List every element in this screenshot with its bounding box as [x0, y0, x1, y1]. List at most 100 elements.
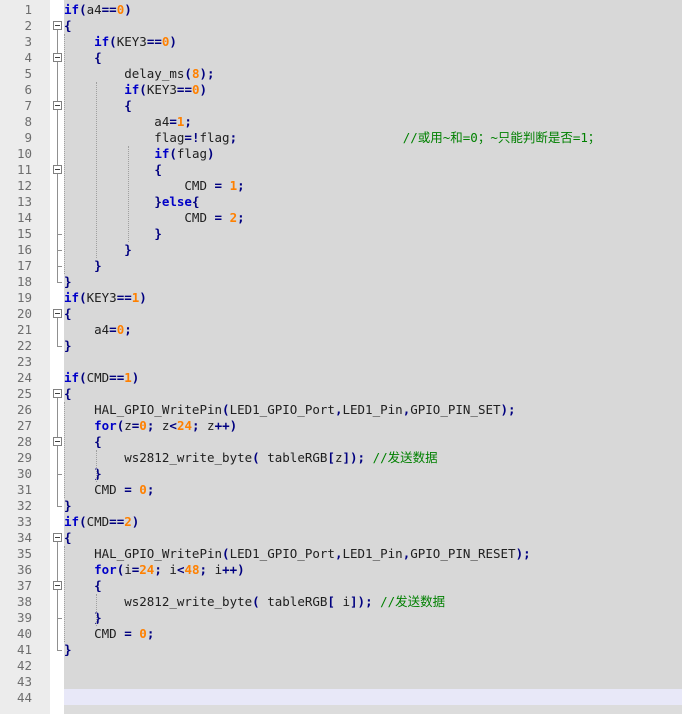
fold-toggle-icon[interactable]	[53, 309, 62, 318]
line-number: 25	[16, 386, 32, 401]
code-line[interactable]: 12 CMD = 1;	[0, 178, 682, 194]
code-line[interactable]: 36 for(i=24; i<48; i++)	[0, 562, 682, 578]
code-line[interactable]: 7 {	[0, 98, 682, 114]
code-line[interactable]: 5 delay_ms(8);	[0, 66, 682, 82]
line-number: 31	[16, 482, 32, 497]
code-line[interactable]: 24 if(CMD==1)	[0, 370, 682, 386]
horizontal-scroll-area[interactable]	[64, 705, 682, 714]
code-line[interactable]: 6 if(KEY3==0)	[0, 82, 682, 98]
code-line[interactable]: 26 HAL_GPIO_WritePin(LED1_GPIO_Port,LED1…	[0, 402, 682, 418]
code-token: =	[169, 114, 177, 129]
code-line[interactable]: 34 {	[0, 530, 682, 546]
fold-toggle-icon[interactable]	[53, 165, 62, 174]
line-text: for(i=24; i<48; i++)	[64, 562, 245, 578]
code-line[interactable]: 21 a4=0;	[0, 322, 682, 338]
code-line[interactable]: 18}	[0, 274, 682, 290]
code-token: i	[334, 594, 351, 609]
line-number: 36	[16, 562, 32, 577]
indent-guide	[96, 82, 97, 258]
code-token: KEY3	[116, 34, 147, 49]
line-number: 15	[16, 226, 32, 241]
code-line[interactable]: 23	[0, 354, 682, 370]
line-number: 17	[16, 258, 32, 273]
number-token: 0	[139, 418, 147, 433]
code-line[interactable]: 28 {	[0, 434, 682, 450]
number-token: 0	[191, 82, 200, 97]
code-line[interactable]: 10 if(flag)	[0, 146, 682, 162]
code-line[interactable]: 3 if(KEY3==0)	[0, 34, 682, 50]
code-token: ==	[176, 82, 192, 97]
code-line[interactable]: 15 }	[0, 226, 682, 242]
code-token: ;	[199, 562, 208, 577]
code-line[interactable]: 2{	[0, 18, 682, 34]
number-token: 0	[139, 482, 147, 497]
line-number: 39	[16, 610, 32, 625]
code-line[interactable]: 8 a4=1;	[0, 114, 682, 130]
code-token: =	[214, 210, 223, 225]
code-token: delay_ms	[64, 66, 185, 81]
line-number: 14	[16, 210, 32, 225]
code-line[interactable]: 20 {	[0, 306, 682, 322]
line-text: flag=!flag; //或用~和=0；~只能判断是否=1；	[64, 130, 600, 146]
code-line[interactable]: 1 if(a4==0)	[0, 2, 682, 18]
fold-toggle-icon[interactable]	[53, 533, 62, 542]
code-token: flag	[64, 130, 185, 145]
line-number: 8	[24, 114, 32, 129]
code-line[interactable]: 29 ws2812_write_byte( tableRGB[z]); //发送…	[0, 450, 682, 466]
code-line[interactable]: 14 CMD = 2;	[0, 210, 682, 226]
code-line[interactable]: 32}	[0, 498, 682, 514]
code-token: }	[94, 258, 102, 273]
code-line[interactable]: 37 {	[0, 578, 682, 594]
code-line[interactable]: 33 if(CMD==2)	[0, 514, 682, 530]
fold-toggle-icon[interactable]	[53, 101, 62, 110]
code-line[interactable]: 30 }	[0, 466, 682, 482]
keyword-token: else	[161, 194, 192, 209]
code-line[interactable]: 40 CMD = 0;	[0, 626, 682, 642]
code-line[interactable]: 27 for(z=0; z<24; z++)	[0, 418, 682, 434]
line-text: a4=1;	[64, 114, 192, 130]
code-line[interactable]: 38 ws2812_write_byte( tableRGB[ i]); //发…	[0, 594, 682, 610]
code-line[interactable]: 43	[0, 674, 682, 690]
keyword-token: if	[64, 2, 80, 17]
code-line[interactable]: 31 CMD = 0;	[0, 482, 682, 498]
code-token: ;	[124, 322, 132, 337]
code-line[interactable]: 41}	[0, 642, 682, 658]
code-token: )	[199, 82, 208, 97]
code-token: i	[124, 562, 132, 577]
code-line[interactable]: 25 {	[0, 386, 682, 402]
code-line[interactable]: 11 {	[0, 162, 682, 178]
line-number: 30	[16, 466, 32, 481]
code-token: (	[184, 66, 192, 81]
code-token: {	[94, 434, 102, 449]
code-token: (	[79, 370, 87, 385]
code-line[interactable]: 42	[0, 658, 682, 674]
code-line[interactable]: 17 }	[0, 258, 682, 274]
code-line[interactable]: 39 }	[0, 610, 682, 626]
line-number: 34	[16, 530, 32, 545]
code-line[interactable]: 9 flag=!flag; //或用~和=0；~只能判断是否=1；	[0, 130, 682, 146]
code-line[interactable]: 44	[0, 690, 682, 706]
fold-toggle-icon[interactable]	[53, 21, 62, 30]
code-token: LED1_GPIO_Port	[229, 546, 335, 561]
code-line[interactable]: 22}	[0, 338, 682, 354]
fold-toggle-icon[interactable]	[53, 437, 62, 446]
code-token: )	[131, 514, 140, 529]
fold-toggle-icon[interactable]	[53, 53, 62, 62]
code-line[interactable]: 19 if(KEY3==1)	[0, 290, 682, 306]
code-line[interactable]: 16 }	[0, 242, 682, 258]
fold-end-tick	[57, 234, 62, 235]
keyword-token: if	[124, 82, 140, 97]
code-line[interactable]: 13 }else{	[0, 194, 682, 210]
code-line[interactable]: 35 HAL_GPIO_WritePin(LED1_GPIO_Port,LED1…	[0, 546, 682, 562]
code-editor[interactable]: 1 if(a4==0) 2{3 if(KEY3==0) 4 {5 delay_ms(8…	[0, 0, 682, 714]
fold-toggle-icon[interactable]	[53, 389, 62, 398]
fold-toggle-icon[interactable]	[53, 581, 62, 590]
code-line[interactable]: 4 {	[0, 50, 682, 66]
code-token: }	[154, 226, 162, 241]
line-text: CMD = 2;	[64, 210, 244, 226]
code-token: tableRGB	[259, 450, 328, 465]
